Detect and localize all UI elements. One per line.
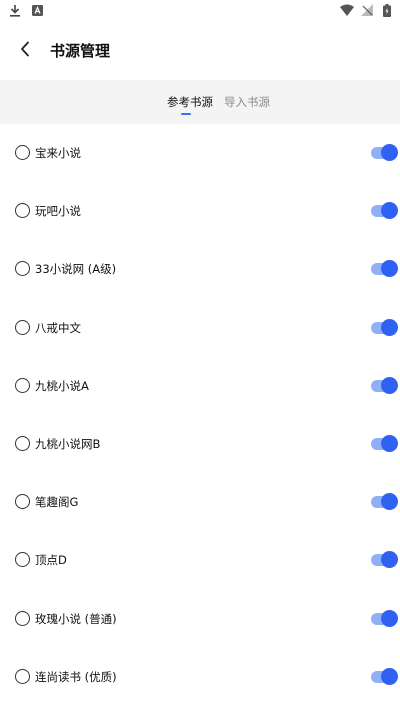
select-radio[interactable]: [15, 435, 30, 451]
status-bar-right: [340, 3, 394, 17]
back-button[interactable]: [10, 36, 40, 66]
select-radio[interactable]: [15, 261, 30, 277]
list-item: 顶点D: [0, 531, 400, 589]
tab-strip: 参考书源 导入书源: [0, 80, 400, 124]
status-bar: [0, 0, 400, 22]
list-item: 九桃小说网B: [0, 415, 400, 473]
source-name: 玩吧小说: [35, 204, 81, 219]
source-name: 玫瑰小说 (普通): [35, 611, 117, 626]
enable-toggle[interactable]: [371, 142, 398, 164]
enable-toggle[interactable]: [371, 666, 398, 688]
tab-reference-sources[interactable]: 参考书源: [167, 94, 213, 110]
list-item: 连尚读书 (优质): [0, 648, 400, 706]
a-notification-icon: [30, 3, 44, 17]
enable-toggle[interactable]: [371, 375, 398, 397]
select-radio[interactable]: [15, 552, 30, 568]
select-radio[interactable]: [15, 494, 30, 510]
source-name: 九桃小说A: [35, 378, 89, 393]
page-title: 书源管理: [50, 42, 111, 60]
source-name: 33小说网 (A级): [35, 262, 117, 277]
list-item: 宝来小说: [0, 124, 400, 182]
list-item: 玫瑰小说 (普通): [0, 590, 400, 648]
enable-toggle[interactable]: [371, 608, 398, 630]
select-radio[interactable]: [15, 668, 30, 684]
list-item: 八戒中文: [0, 299, 400, 357]
signal-off-icon: [360, 3, 374, 17]
status-bar-left: [8, 3, 44, 17]
enable-toggle[interactable]: [371, 433, 398, 455]
enable-toggle[interactable]: [371, 317, 398, 339]
active-tab-indicator: [181, 113, 191, 115]
chevron-left-icon: [20, 41, 30, 61]
source-name: 宝来小说: [35, 146, 81, 160]
list-item: 玩吧小说: [0, 182, 400, 240]
source-name: 九桃小说网B: [35, 436, 101, 451]
tab-import-sources[interactable]: 导入书源: [224, 94, 270, 110]
enable-toggle[interactable]: [371, 258, 398, 280]
enable-toggle[interactable]: [371, 200, 398, 222]
download-icon: [8, 3, 22, 17]
select-radio[interactable]: [15, 203, 30, 219]
source-name: 顶点D: [35, 553, 67, 568]
source-name: 连尚读书 (优质): [35, 669, 117, 684]
select-radio[interactable]: [15, 610, 30, 626]
wifi-icon: [340, 3, 354, 17]
source-list: 宝来小说 玩吧小说 33小说网 (A级) 八戒中文 九桃小说A 九桃小说网B 笔…: [0, 124, 400, 706]
list-item: 33小说网 (A级): [0, 240, 400, 298]
list-item: 笔趣阁G: [0, 473, 400, 531]
select-radio[interactable]: [15, 319, 30, 335]
battery-icon: [380, 3, 394, 17]
enable-toggle[interactable]: [371, 491, 398, 513]
source-name: 八戒中文: [35, 320, 81, 335]
select-radio[interactable]: [15, 377, 30, 393]
select-radio[interactable]: [15, 145, 30, 160]
enable-toggle[interactable]: [371, 549, 398, 571]
app-bar: 书源管理: [0, 22, 400, 80]
source-name: 笔趣阁G: [35, 495, 79, 510]
list-item: 九桃小说A: [0, 357, 400, 415]
